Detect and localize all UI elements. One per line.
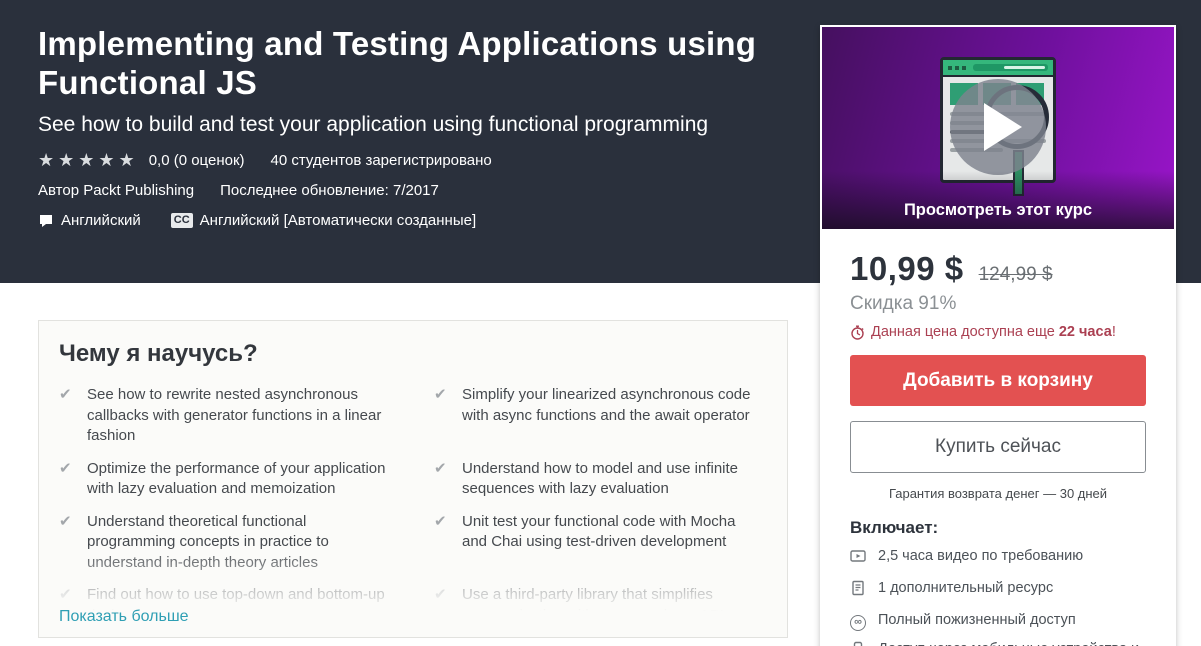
- learn-item: Optimize the performance of your applica…: [59, 459, 388, 500]
- includes-item: 2,5 часа видео по требованию: [850, 547, 1146, 570]
- last-updated: Последнее обновление: 7/2017: [220, 182, 439, 199]
- includes-item-text: Доступ через мобильные устройства и теле…: [878, 640, 1146, 646]
- what-you-learn-card: Чему я научусь? See how to rewrite neste…: [38, 320, 788, 638]
- buy-now-button[interactable]: Купить сейчас: [850, 421, 1146, 473]
- learn-item-text: Unit test your functional code with Moch…: [462, 512, 763, 574]
- closed-captions-icon: CC: [171, 213, 193, 228]
- price-urgency-notice: Данная цена доступна еще 22 часа!: [850, 324, 1146, 340]
- includes-item: 1 дополнительный ресурс: [850, 579, 1146, 602]
- urgency-text: Данная цена доступна еще 22 часа!: [871, 324, 1116, 340]
- current-price: 10,99 $: [850, 250, 964, 288]
- learn-item-text: Optimize the performance of your applica…: [87, 459, 388, 500]
- original-price: 124,99 $: [979, 264, 1053, 286]
- speech-bubble-icon: [38, 213, 54, 229]
- stopwatch-icon: [850, 325, 865, 340]
- spacer: [194, 182, 220, 199]
- learn-item-text: Understand how to model and use infinite…: [462, 459, 763, 500]
- rating-value: 0,0 (0 оценок): [149, 152, 245, 169]
- learn-item-text: Use a third-party library that simplifie…: [462, 585, 763, 626]
- check-icon: [59, 512, 87, 574]
- learn-item: Unit test your functional code with Moch…: [434, 512, 763, 574]
- check-icon: [59, 459, 87, 500]
- check-icon: [434, 585, 462, 626]
- mobile-icon: [850, 640, 878, 646]
- price-row: 10,99 $ 124,99 $: [850, 250, 1146, 288]
- play-icon: [984, 103, 1022, 151]
- article-icon: [850, 579, 878, 602]
- show-more-link[interactable]: Показать больше: [59, 608, 189, 626]
- learn-item-text: Understand theoretical functional progra…: [87, 512, 388, 574]
- captions-language: Английский [Автоматически созданные]: [200, 212, 476, 229]
- learn-item: Use a third-party library that simplifie…: [434, 585, 763, 626]
- lifetime-icon: [850, 611, 878, 631]
- check-icon: [434, 459, 462, 500]
- check-icon: [434, 385, 462, 447]
- course-language: Английский: [61, 212, 141, 229]
- learn-item-text: Simplify your linearized asynchronous co…: [462, 385, 763, 447]
- learn-grid: See how to rewrite nested asynchronous c…: [39, 368, 787, 626]
- includes-heading: Включает:: [850, 518, 1146, 538]
- learn-item: See how to rewrite nested asynchronous c…: [59, 385, 388, 447]
- includes-item: Доступ через мобильные устройства и теле…: [850, 640, 1146, 646]
- includes-item-text: 2,5 часа видео по требованию: [878, 547, 1083, 570]
- star-rating-icon: ★★★★★: [38, 151, 139, 169]
- course-title: Implementing and Testing Applications us…: [38, 25, 768, 102]
- author-label[interactable]: Автор Packt Publishing: [38, 182, 194, 199]
- purchase-sidebar: Просмотреть этот курс 10,99 $ 124,99 $ С…: [820, 25, 1176, 646]
- includes-item-text: 1 дополнительный ресурс: [878, 579, 1053, 602]
- learn-item: Understand theoretical functional progra…: [59, 512, 388, 574]
- learn-item: Understand how to model and use infinite…: [434, 459, 763, 500]
- includes-item: Полный пожизненный доступ: [850, 611, 1146, 631]
- check-icon: [434, 512, 462, 574]
- preview-label: Просмотреть этот курс: [904, 201, 1092, 220]
- includes-list: 2,5 часа видео по требованию 1 дополните…: [850, 547, 1146, 646]
- students-enrolled: 40 студентов зарегистрировано: [271, 152, 492, 169]
- check-icon: [59, 385, 87, 447]
- course-preview[interactable]: Просмотреть этот курс: [822, 27, 1174, 229]
- learn-heading: Чему я научусь?: [39, 321, 787, 368]
- includes-item-text: Полный пожизненный доступ: [878, 611, 1076, 631]
- preview-overlay: Просмотреть этот курс: [822, 171, 1174, 229]
- learn-item-text: See how to rewrite nested asynchronous c…: [87, 385, 388, 447]
- play-button[interactable]: [950, 79, 1046, 175]
- money-back-guarantee: Гарантия возврата денег — 30 дней: [850, 486, 1146, 501]
- video-icon: [850, 547, 878, 570]
- learn-item: Simplify your linearized asynchronous co…: [434, 385, 763, 447]
- discount-label: Скидка 91%: [850, 293, 1146, 315]
- add-to-cart-button[interactable]: Добавить в корзину: [850, 355, 1146, 406]
